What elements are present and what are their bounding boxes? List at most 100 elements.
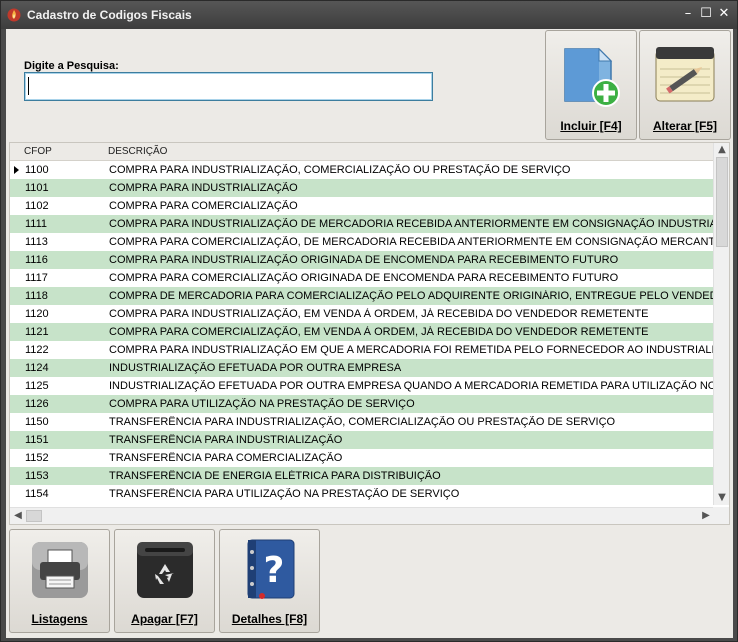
cell-cfop: 1150 (25, 416, 49, 428)
cell-descricao: COMPRA PARA INDUSTRIALIZAÇÃO ORIGINADA D… (109, 254, 619, 266)
cell-descricao: COMPRA DE MERCADORIA PARA COMERCIALIZAÇÃ… (109, 290, 714, 302)
horizontal-scroll-thumb[interactable] (26, 510, 42, 522)
scroll-down-icon[interactable]: ▼ (714, 491, 730, 505)
alterar-label: Alterar [F5] (652, 119, 717, 133)
cell-descricao: COMPRA PARA UTILIZAÇÃO NA PRESTAÇÃO DE S… (109, 398, 415, 410)
title-bar: Cadastro de Codigos Fiscais – ☐ ✕ (1, 1, 737, 29)
cell-descricao: TRANSFERÊNCIA PARA UTILIZAÇÃO NA PRESTAÇ… (109, 488, 460, 500)
recycle-bin-icon (136, 542, 193, 598)
table-row[interactable]: 1120 COMPRA PARA INDUSTRIALIZAÇÃO, EM VEN… (10, 305, 714, 323)
table-row[interactable]: 1113 COMPRA PARA COMERCIALIZAÇÃO, DE MERC… (10, 233, 714, 251)
grid-rows: 1100 COMPRA PARA INDUSTRIALIZAÇÃO, COMERC… (10, 161, 714, 505)
cell-descricao: TRANSFERÊNCIA PARA INDUSTRIALIZAÇÃO (109, 434, 343, 446)
cell-cfop: 1100 (25, 164, 49, 176)
bottom-toolbar: Listagens Apagar [F7] ? Detalhes [F8] (6, 525, 733, 638)
cell-cfop: 1120 (25, 308, 49, 320)
incluir-label: Incluir [F4] (560, 119, 622, 133)
vertical-scrollbar[interactable]: ▲ ▼ (713, 143, 729, 505)
vertical-scroll-thumb[interactable] (716, 157, 728, 247)
search-label: Digite a Pesquisa: (24, 60, 119, 72)
scroll-corner (713, 507, 729, 524)
table-row[interactable]: 1102 COMPRA PARA COMERCIALIZAÇÃO (10, 197, 714, 215)
cell-descricao: COMPRA PARA COMERCIALIZAÇÃO (109, 200, 298, 212)
minimize-button[interactable]: – (679, 5, 697, 23)
cell-cfop: 1118 (25, 290, 48, 302)
alterar-button[interactable]: Alterar [F5] (639, 30, 731, 140)
cell-cfop: 1124 (25, 362, 49, 374)
column-header-descricao[interactable]: DESCRIÇÃO (108, 146, 167, 157)
apagar-button[interactable]: Apagar [F7] (114, 529, 215, 633)
listagens-label: Listagens (31, 612, 88, 626)
text-caret (28, 77, 29, 95)
cell-descricao: COMPRA PARA INDUSTRIALIZAÇÃO, EM VENDA À… (109, 308, 649, 320)
cell-cfop: 1117 (25, 272, 48, 284)
table-row[interactable]: 1101 COMPRA PARA INDUSTRIALIZAÇÃO (10, 179, 714, 197)
table-row[interactable]: 1122 COMPRA PARA INDUSTRIALIZAÇÃO EM QUE … (10, 341, 714, 359)
table-row[interactable]: 1121 COMPRA PARA COMERCIALIZAÇÃO, EM VEND… (10, 323, 714, 341)
cell-cfop: 1113 (25, 236, 48, 248)
cfop-grid[interactable]: CFOP DESCRIÇÃO 1100 COMPRA PARA INDUSTRIA… (9, 142, 730, 525)
table-row[interactable]: 1100 COMPRA PARA INDUSTRIALIZAÇÃO, COMERC… (10, 161, 714, 179)
table-row[interactable]: 1124 INDUSTRIALIZAÇÃO EFETUADA POR OUTRA … (10, 359, 714, 377)
cell-descricao: COMPRA PARA COMERCIALIZAÇÃO ORIGINADA DE… (109, 272, 619, 284)
printer-icon (31, 542, 88, 598)
window-controls: – ☐ ✕ (679, 5, 733, 23)
cell-cfop: 1121 (25, 326, 49, 338)
notepad-pencil-icon (655, 47, 715, 102)
cell-cfop: 1154 (25, 488, 49, 500)
scroll-up-icon[interactable]: ▲ (714, 143, 730, 157)
cell-descricao: INDUSTRIALIZAÇÃO EFETUADA POR OUTRA EMPR… (109, 362, 402, 374)
cell-descricao: COMPRA PARA INDUSTRIALIZAÇÃO EM QUE A ME… (109, 344, 714, 356)
close-button[interactable]: ✕ (715, 5, 733, 23)
cell-cfop: 1116 (25, 254, 48, 266)
horizontal-scrollbar[interactable]: ◀ ▶ (10, 507, 714, 524)
table-row[interactable]: 1150 TRANSFERÊNCIA PARA INDUSTRIALIZAÇÃO,… (10, 413, 714, 431)
cell-cfop: 1152 (25, 452, 49, 464)
cell-descricao: COMPRA PARA INDUSTRIALIZAÇÃO (109, 182, 298, 194)
scroll-left-icon[interactable]: ◀ (10, 508, 26, 524)
apagar-label: Apagar [F7] (131, 612, 198, 626)
cell-descricao: TRANSFERÊNCIA DE ENERGIA ELÉTRICA PARA D… (109, 470, 441, 482)
cell-cfop: 1125 (25, 380, 49, 392)
main-window: Cadastro de Codigos Fiscais – ☐ ✕ Digite… (0, 0, 738, 642)
cell-descricao: TRANSFERÊNCIA PARA INDUSTRIALIZAÇÃO, COM… (109, 416, 616, 428)
client-area: Digite a Pesquisa: Incluir [F4] Alterar … (6, 29, 733, 638)
detalhes-button[interactable]: ? Detalhes [F8] (219, 529, 320, 633)
table-row[interactable]: 1118 COMPRA DE MERCADORIA PARA COMERCIALI… (10, 287, 714, 305)
window-title: Cadastro de Codigos Fiscais (27, 8, 192, 22)
flame-icon (7, 8, 21, 22)
cell-cfop: 1102 (25, 200, 49, 212)
scroll-right-icon[interactable]: ▶ (698, 508, 714, 524)
cell-cfop: 1122 (25, 344, 49, 356)
cell-cfop: 1126 (25, 398, 49, 410)
table-row[interactable]: 1125 INDUSTRIALIZAÇÃO EFETUADA POR OUTRA … (10, 377, 714, 395)
cell-cfop: 1111 (25, 218, 48, 230)
cell-descricao: INDUSTRIALIZAÇÃO EFETUADA POR OUTRA EMPR… (109, 380, 714, 392)
cell-descricao: COMPRA PARA COMERCIALIZAÇÃO, DE MERCADOR… (109, 236, 714, 248)
cell-descricao: COMPRA PARA INDUSTRIALIZAÇÃO DE MERCADOR… (109, 218, 714, 230)
table-row[interactable]: 1154 TRANSFERÊNCIA PARA UTILIZAÇÃO NA PRE… (10, 485, 714, 503)
row-selector-icon (14, 166, 19, 174)
table-row[interactable]: 1151 TRANSFERÊNCIA PARA INDUSTRIALIZAÇÃO (10, 431, 714, 449)
table-row[interactable]: 1152 TRANSFERÊNCIA PARA COMERCIALIZAÇÃO (10, 449, 714, 467)
incluir-button[interactable]: Incluir [F4] (545, 30, 637, 140)
document-add-icon (564, 47, 620, 107)
table-row[interactable]: 1153 TRANSFERÊNCIA DE ENERGIA ELÉTRICA PA… (10, 467, 714, 485)
maximize-button[interactable]: ☐ (697, 5, 715, 23)
cell-descricao: COMPRA PARA COMERCIALIZAÇÃO, EM VENDA À … (109, 326, 649, 338)
svg-text:?: ? (263, 550, 284, 591)
cell-descricao: TRANSFERÊNCIA PARA COMERCIALIZAÇÃO (109, 452, 343, 464)
cell-descricao: COMPRA PARA INDUSTRIALIZAÇÃO, COMERCIALI… (109, 164, 571, 176)
table-row[interactable]: 1116 COMPRA PARA INDUSTRIALIZAÇÃO ORIGINA… (10, 251, 714, 269)
listagens-button[interactable]: Listagens (9, 529, 110, 633)
cell-cfop: 1151 (25, 434, 49, 446)
table-row[interactable]: 1117 COMPRA PARA COMERCIALIZAÇÃO ORIGINAD… (10, 269, 714, 287)
column-header-cfop[interactable]: CFOP (24, 146, 52, 157)
table-row[interactable]: 1111 COMPRA PARA INDUSTRIALIZAÇÃO DE MERC… (10, 215, 714, 233)
grid-header: CFOP DESCRIÇÃO (10, 143, 714, 161)
help-book-icon: ? (247, 539, 294, 599)
table-row[interactable]: 1126 COMPRA PARA UTILIZAÇÃO NA PRESTAÇÃO … (10, 395, 714, 413)
detalhes-label: Detalhes [F8] (231, 612, 308, 626)
cell-cfop: 1153 (25, 470, 49, 482)
search-input[interactable] (24, 72, 433, 101)
